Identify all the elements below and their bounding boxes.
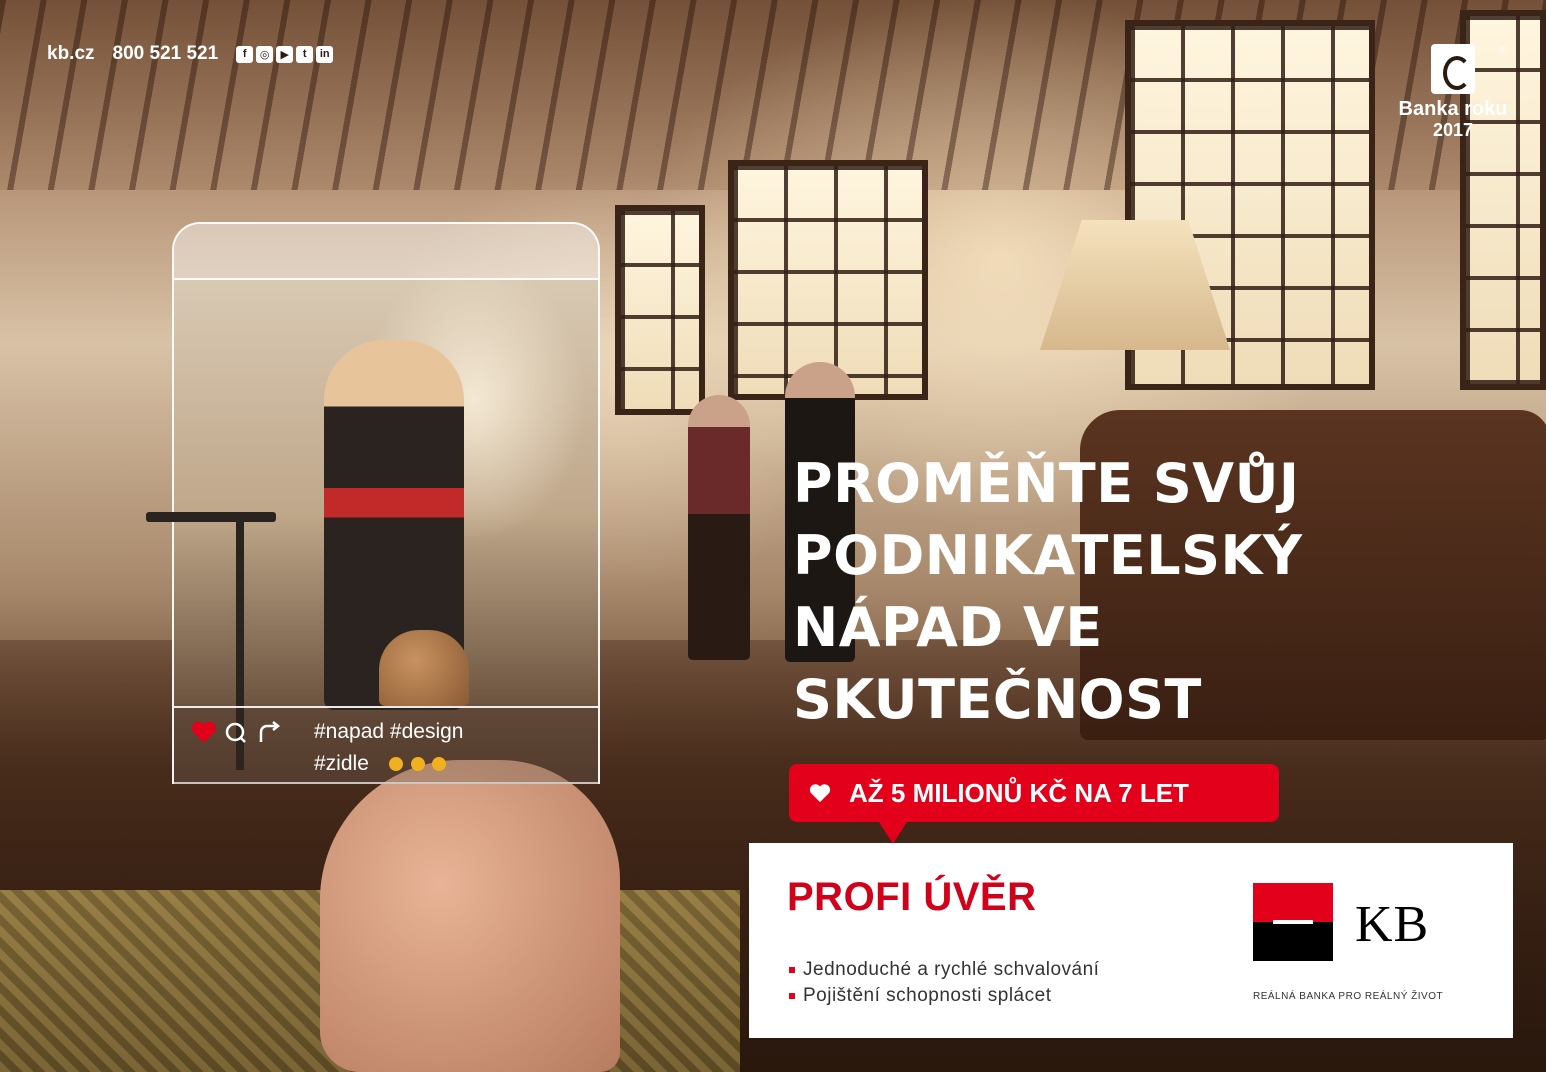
list-item: Jednoduché a rychlé schvalování [789, 957, 1099, 983]
contact-bar: kb.cz 800 521 521 f ◎ ▶ t in [47, 42, 334, 66]
award-badge: ® Banka roku 2017 [1388, 44, 1518, 140]
logo-red-half [1253, 883, 1333, 922]
heart-icon[interactable] [191, 720, 217, 744]
feature-list: Jednoduché a rychlé schvalování Pojištěn… [789, 957, 1099, 1009]
share-icon[interactable] [257, 720, 281, 744]
award-title: Banka roku [1398, 98, 1508, 120]
award-logo-icon [1431, 44, 1475, 94]
social-post-frame: #napad #design #zidle [146, 222, 600, 784]
emoji-icons [388, 748, 449, 780]
facebook-icon[interactable]: f [236, 45, 254, 63]
brand-tagline: REÁLNÁ BANKA PRO REÁLNÝ ŽIVOT [1253, 991, 1444, 1002]
grin-emoji-icon [410, 757, 425, 772]
person-woman [688, 395, 750, 660]
hand [320, 760, 620, 1072]
social-icons: f ◎ ▶ t in [236, 45, 334, 63]
post-hashtags: #napad #design #zidle [314, 716, 594, 780]
bullet-icon [789, 993, 795, 999]
headline-line-4: SKUTEČNOST [793, 668, 1202, 731]
post-header [174, 224, 598, 280]
registered-mark: ® [1499, 44, 1506, 54]
hashtags-line-1[interactable]: #napad #design [314, 716, 594, 748]
logo-black-half [1253, 922, 1333, 961]
post-footer: #napad #design #zidle [174, 706, 598, 784]
brand-name: KB [1355, 896, 1430, 953]
post-photo [146, 280, 598, 770]
hashtags-line-2[interactable]: #zidle [314, 752, 369, 775]
bar-table [146, 512, 276, 522]
smile-emoji-icon [388, 757, 403, 772]
offer-badge: AŽ 5 MILIONŮ KČ NA 7 LET [789, 764, 1279, 844]
headline-line-2: PODNIKATELSKÝ [793, 524, 1303, 587]
product-name: PROFI ÚVĚR [787, 875, 1037, 919]
twitter-icon[interactable]: t [296, 45, 314, 63]
award-year: 2017 [1432, 120, 1474, 140]
offer-text: AŽ 5 MILIONŮ KČ NA 7 LET [849, 777, 1189, 808]
website-link[interactable]: kb.cz [47, 43, 95, 65]
headline-line-3: NÁPAD VE [793, 596, 1103, 659]
logo-white-bar [1273, 920, 1313, 924]
youtube-icon[interactable]: ▶ [276, 45, 294, 63]
headline: PROMĚŇTE SVŮJ PODNIKATELSKÝ NÁPAD VE SKU… [793, 448, 1453, 736]
feature-text: Jednoduché a rychlé schvalování [803, 959, 1100, 980]
crown-emoji-icon [432, 757, 447, 772]
product-info-box: PROFI ÚVĚR Jednoduché a rychlé schvalová… [749, 843, 1513, 1038]
list-item: Pojištění schopnosti splácet [789, 983, 1099, 1009]
champagne-cork-stool [379, 630, 469, 706]
headline-line-1: PROMĚŇTE SVŮJ [793, 452, 1300, 515]
linkedin-icon[interactable]: in [316, 45, 334, 63]
heart-icon [809, 784, 831, 803]
kb-logo-icon [1253, 883, 1333, 961]
comment-icon[interactable] [225, 722, 247, 744]
instagram-icon[interactable]: ◎ [256, 45, 274, 63]
phone-number[interactable]: 800 521 521 [113, 43, 219, 65]
factory-window [615, 205, 705, 415]
feature-text: Pojištění schopnosti splácet [803, 985, 1052, 1006]
bullet-icon [789, 967, 795, 973]
